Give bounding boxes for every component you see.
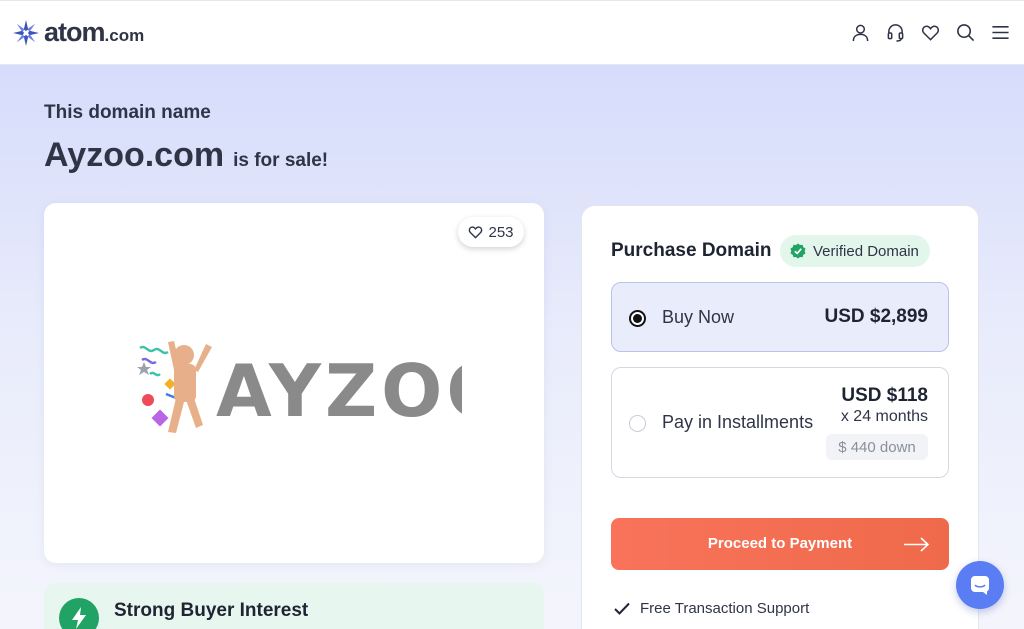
domain-name: Ayzoo.com	[44, 136, 225, 174]
proceed-to-payment-button[interactable]	[611, 518, 949, 570]
atom-logo[interactable]: atom.com	[12, 17, 144, 48]
heart-icon	[469, 226, 483, 239]
checkmark-icon	[614, 602, 630, 615]
like-button[interactable]: 253	[458, 217, 524, 247]
logo-text: atom	[44, 17, 106, 47]
for-sale-label: is for sale!	[233, 150, 329, 171]
installments-price: USD $118	[841, 385, 928, 406]
logo-wordmark: atom.com	[44, 17, 144, 48]
purchase-title: Purchase Domain	[611, 240, 772, 261]
search-icon[interactable]	[956, 23, 975, 42]
buy-now-label: Buy Now	[662, 307, 735, 327]
installments-term: x 24 months	[840, 408, 928, 425]
like-count: 253	[488, 223, 514, 241]
support-headset-icon[interactable]	[886, 23, 905, 42]
installments-radio[interactable]	[629, 415, 646, 432]
verified-label: Verified Domain	[813, 242, 919, 260]
buyer-interest-title: Strong Buyer Interest	[114, 600, 309, 621]
user-icon[interactable]	[851, 23, 870, 42]
buy-now-price: USD $2,899	[824, 306, 928, 327]
hero-title: Ayzoo.com is for sale!	[44, 136, 328, 175]
brand-wordmark: AYZOO	[216, 349, 462, 433]
installments-down-payment: $ 440 down	[826, 434, 928, 460]
hero-subtitle: This domain name	[44, 102, 211, 123]
chat-icon	[971, 576, 989, 595]
heart-icon[interactable]	[921, 23, 940, 42]
feature-label: Free Transaction Support	[640, 600, 810, 617]
atom-star-icon	[13, 19, 39, 46]
top-nav: atom.com	[0, 0, 1024, 65]
chat-button[interactable]	[956, 561, 1004, 609]
verified-check-icon	[790, 243, 806, 259]
feature-item: Free Transaction Support	[614, 600, 809, 617]
buy-now-radio[interactable]	[629, 310, 646, 327]
ayzoo-brand-logo: AYZOO	[137, 341, 462, 433]
logo-suffix: .com	[104, 26, 145, 45]
verified-badge: Verified Domain	[780, 235, 930, 267]
menu-icon[interactable]	[991, 23, 1010, 42]
header-actions	[851, 23, 1010, 42]
